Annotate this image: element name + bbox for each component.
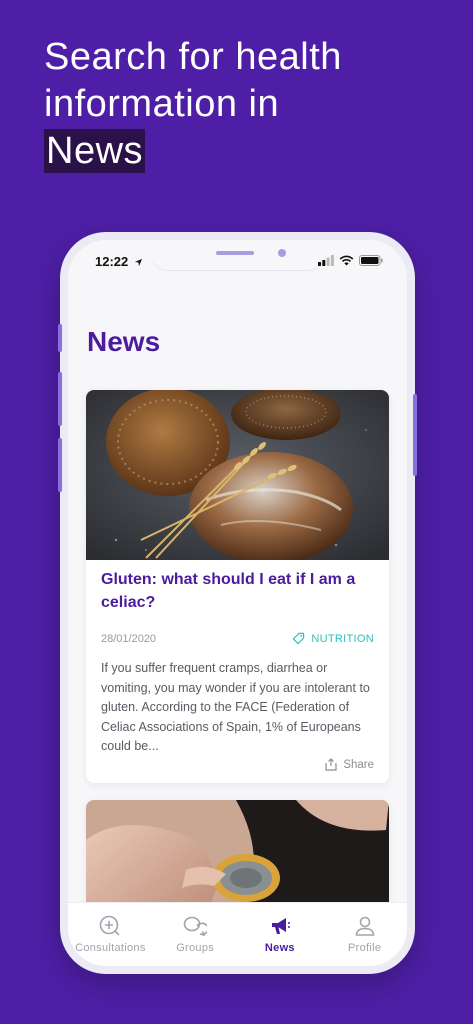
status-icons (318, 255, 383, 266)
phone-volume-up (58, 372, 62, 426)
person-icon (355, 916, 374, 936)
headline-highlight: News (44, 129, 146, 173)
location-arrow-icon (134, 258, 142, 267)
status-time-label: 12:22 (95, 254, 129, 269)
tab-groups-label: Groups (176, 942, 215, 954)
article-card[interactable]: Gluten: what should I eat if I am a celi… (86, 390, 389, 783)
notch-speaker (216, 251, 254, 255)
article-tag-label: NUTRITION (311, 632, 374, 645)
tab-news[interactable]: News (238, 903, 323, 966)
share-label: Share (343, 758, 374, 771)
phone-volume-down (58, 438, 62, 492)
chat-bubbles-icon (183, 916, 208, 937)
headline-line-1: Search for health (44, 36, 342, 78)
phone-power-button (413, 394, 417, 476)
article-tag[interactable]: NUTRITION (292, 632, 374, 645)
tab-consultations[interactable]: Consultations (68, 903, 153, 966)
headline-line-2: information in (44, 83, 280, 125)
tab-profile-label: Profile (347, 942, 382, 954)
page-title: News (87, 326, 161, 357)
phone-frame: 12:22 News Gluten: what should I eat if … (58, 232, 417, 974)
tab-news-label: News (264, 942, 295, 954)
signal-icon (318, 255, 334, 266)
article-excerpt: If you suffer frequent cramps, diarrhea … (101, 661, 370, 753)
share-icon (325, 758, 337, 771)
article-meta: 28/01/2020 NUTRITION (101, 632, 374, 645)
tab-groups[interactable]: Groups (153, 903, 238, 966)
promo-headline: Search for health information in News (44, 34, 454, 175)
article-image-bread (86, 390, 389, 560)
notch-camera (278, 249, 286, 257)
article-title[interactable]: Gluten: what should I eat if I am a celi… (101, 568, 374, 614)
phone-notch (150, 240, 326, 270)
tab-profile[interactable]: Profile (322, 903, 407, 966)
article-date: 28/01/2020 (101, 632, 157, 645)
phone-side-button (58, 324, 62, 352)
phone-screen: 12:22 News Gluten: what should I eat if … (68, 240, 407, 966)
battery-icon (359, 255, 383, 266)
tab-consultations-label: Consultations (75, 942, 146, 954)
bottom-tab-bar: Consultations Groups News Profile (68, 902, 407, 966)
wifi-icon (339, 255, 354, 266)
megaphone-icon (271, 918, 290, 934)
tag-icon (293, 632, 305, 645)
plus-circle-icon (100, 915, 120, 936)
status-time: 12:22 (95, 254, 143, 269)
share-button[interactable]: Share (325, 758, 374, 771)
